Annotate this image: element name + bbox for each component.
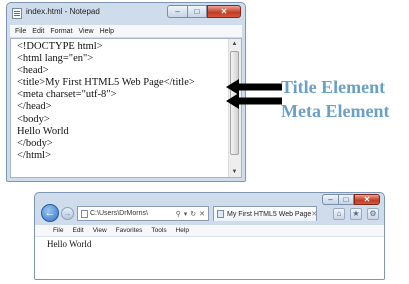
minimize-button[interactable]: – (167, 5, 187, 18)
notepad-menubar: File Edit Format View Help (10, 25, 242, 37)
code-line-meta: <meta charset="utf-8"> (17, 89, 117, 101)
stop-icon[interactable]: ✕ (199, 210, 205, 218)
refresh-icon[interactable]: ↻ (190, 210, 196, 218)
code-line: <!DOCTYPE html> (17, 41, 103, 52)
scroll-down-icon[interactable]: ▼ (229, 167, 240, 177)
gear-icon[interactable]: ⚙ (367, 208, 379, 220)
notepad-text: <!DOCTYPE html> <html lang="en"> <head> <ti… (17, 41, 195, 162)
browser-toolbar-icons: ⌂ ★ ⚙ (333, 208, 379, 220)
menu-tools[interactable]: Tools (151, 227, 166, 234)
notepad-window-buttons: – □ ✕ (167, 5, 241, 18)
code-line: <body> (17, 113, 50, 125)
code-line: </head> (17, 101, 52, 113)
code-line: <head> (17, 65, 49, 77)
dropdown-icon[interactable]: ▾ (184, 210, 188, 218)
address-bar[interactable]: C:\Users\DrMorris\ ⚲ ▾ ↻ ✕ (77, 206, 209, 221)
code-line: <html lang="en"> (17, 53, 94, 65)
close-icon: ✕ (220, 6, 228, 16)
menu-edit[interactable]: Edit (32, 28, 44, 35)
menu-file[interactable]: File (15, 28, 26, 35)
notepad-app-icon (12, 8, 22, 19)
tab-close-icon[interactable]: ✕ (311, 210, 317, 218)
code-line: Hello World (17, 125, 69, 137)
scroll-up-icon[interactable]: ▲ (229, 39, 240, 49)
page-content-text: Hello World (47, 239, 92, 249)
menu-view[interactable]: View (93, 227, 107, 234)
close-button[interactable]: ✕ (207, 5, 241, 18)
notepad-window: index.html - Notepad – □ ✕ File Edit For… (6, 2, 246, 182)
address-text: C:\Users\DrMorris\ (90, 210, 148, 217)
back-arrow-icon[interactable]: ← (41, 204, 59, 222)
menu-view[interactable]: View (79, 28, 94, 35)
menu-file[interactable]: File (53, 227, 63, 234)
browser-navigation-bar: ← → C:\Users\DrMorris\ ⚲ ▾ ↻ ✕ My First … (35, 203, 384, 225)
maximize-button[interactable]: □ (187, 5, 207, 18)
tab-active-page[interactable]: My First HTML5 Web Page ✕ (213, 206, 317, 221)
menu-help[interactable]: Help (100, 28, 114, 35)
meta-element-label: Meta Element (281, 101, 390, 121)
code-line: </body> (17, 137, 53, 149)
page-icon (217, 210, 224, 218)
title-element-label: Title Element (281, 77, 386, 97)
minimize-icon: – (175, 6, 180, 16)
page-icon (81, 209, 88, 218)
maximize-icon: □ (194, 6, 200, 16)
menu-edit[interactable]: Edit (72, 227, 83, 234)
star-icon[interactable]: ★ (350, 208, 362, 220)
code-line: </html> (17, 149, 52, 161)
code-line-title: <title>My First HTML5 Web Page</title> (17, 77, 195, 89)
meta-element-arrow-icon (226, 93, 282, 109)
notepad-title: index.html - Notepad (26, 7, 100, 16)
menu-favorites[interactable]: Favorites (116, 227, 143, 234)
notepad-titlebar[interactable]: index.html - Notepad – □ ✕ (7, 3, 245, 25)
browser-window: – □ ✕ ← → C:\Users\DrMorris\ ⚲ ▾ ↻ ✕ My … (34, 192, 385, 280)
home-icon[interactable]: ⌂ (333, 208, 345, 220)
tab-title: My First HTML5 Web Page (227, 210, 312, 218)
address-bar-icons: ⚲ ▾ ↻ ✕ (176, 210, 205, 218)
notepad-text-area[interactable]: <!DOCTYPE html> <html lang="en"> <head> <ti… (10, 38, 242, 178)
menu-help[interactable]: Help (176, 227, 189, 234)
menu-format[interactable]: Format (50, 28, 72, 35)
browser-menubar: File Edit View Favorites Tools Help (35, 225, 384, 237)
forward-arrow-icon[interactable]: → (61, 207, 74, 220)
browser-content-area: Hello World (35, 237, 384, 279)
search-icon[interactable]: ⚲ (176, 210, 181, 218)
